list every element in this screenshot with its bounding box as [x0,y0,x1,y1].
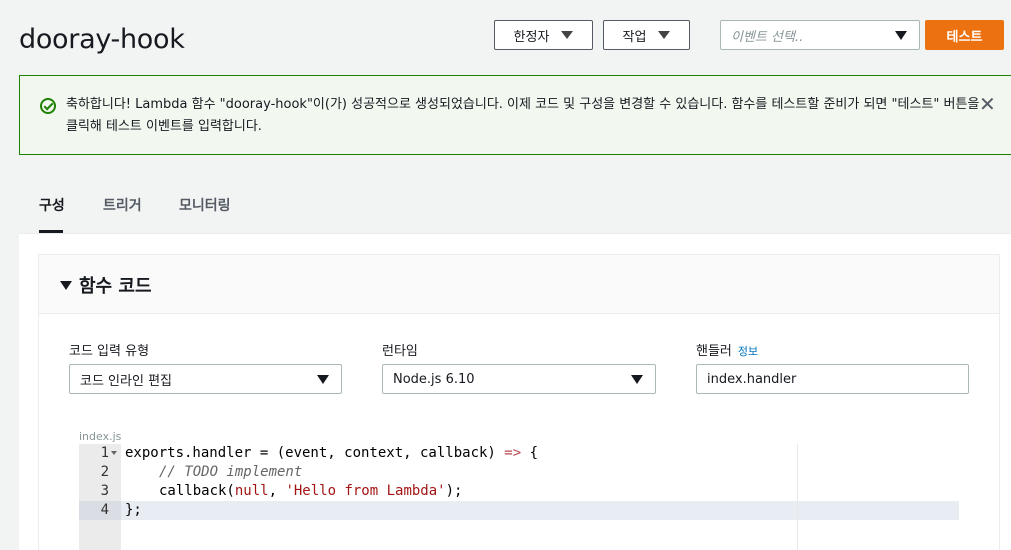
code-entry-type-select[interactable]: 코드 인라인 편집 [69,364,342,394]
code-token: , [268,483,286,499]
function-code-heading: 함수 코드 [79,276,152,297]
caret-down-icon [561,31,574,39]
caret-down-icon [317,375,329,384]
function-code-header[interactable]: 함수 코드 [39,255,999,314]
code-entry-type-value: 코드 인라인 편집 [80,373,172,389]
print-margin [797,444,798,550]
success-flash: 축하합니다! Lambda 함수 "dooray-hook"이(가) 성공적으로… [19,75,1011,155]
code-line: }; [125,501,142,520]
runtime-select[interactable]: Node.js 6.10 [382,364,656,394]
tab-configuration[interactable]: 구성 [39,195,65,215]
code-line: callback(null, 'Hello from Lambda'); [159,482,462,501]
runtime-label: 런타임 [382,344,418,359]
handler-label: 핸들러 [696,344,732,359]
handler-label-wrap: 핸들러 정보 [696,340,758,359]
tab-monitoring[interactable]: 모니터링 [179,195,231,215]
caret-down-icon [631,375,643,384]
test-button[interactable]: 테스트 [925,20,1004,50]
fold-arrow-icon[interactable] [111,451,117,455]
actions-label: 작업 [622,29,647,45]
actions-button[interactable]: 작업 [603,20,690,50]
active-line-highlight [79,501,959,520]
code-token: => [504,445,522,461]
code-line: exports.handler = (event, context, callb… [125,444,538,463]
code-token: { [521,445,539,461]
code-token: callback( [159,483,235,499]
line-number: 2 [100,464,109,480]
test-event-placeholder: 이벤트 선택.. [731,29,804,45]
page-title: dooray-hook [19,24,185,55]
tab-triggers[interactable]: 트리거 [103,195,142,215]
function-tabs: 구성 트리거 모니터링 [0,185,1011,233]
caret-down-icon [658,31,671,39]
handler-value: index.handler [707,371,797,387]
code-token: null [234,483,269,499]
test-event-select[interactable]: 이벤트 선택.. [720,20,920,50]
flash-message: 축하합니다! Lambda 함수 "dooray-hook"이(가) 성공적으로… [66,97,980,134]
code-editor[interactable]: 1 2 3 4 exports.handler = (event, contex… [79,444,959,550]
code-entry-type-label: 코드 입력 유형 [69,344,150,359]
editor-file-tab[interactable]: index.js [79,430,121,443]
code-string: 'Hello from Lambda' [285,483,446,499]
runtime-value: Node.js 6.10 [393,371,475,387]
code-token: }; [125,502,142,518]
code-token: ); [445,483,463,499]
qualifier-button[interactable]: 한정자 [494,20,593,50]
line-number: 1 [100,445,109,461]
success-check-icon [40,98,56,114]
code-line: // TODO implement [159,463,302,482]
handler-input[interactable]: index.handler [696,364,969,394]
code-token: exports.handler = (event, context, callb… [125,445,505,461]
collapse-caret-icon [60,281,72,290]
line-number: 3 [100,483,109,499]
qualifier-label: 한정자 [513,29,550,45]
caret-down-icon [895,31,907,40]
handler-info-link[interactable]: 정보 [738,345,758,358]
code-comment: // TODO implement [159,464,303,480]
close-icon[interactable]: ✕ [979,94,996,114]
line-number: 4 [100,502,109,518]
